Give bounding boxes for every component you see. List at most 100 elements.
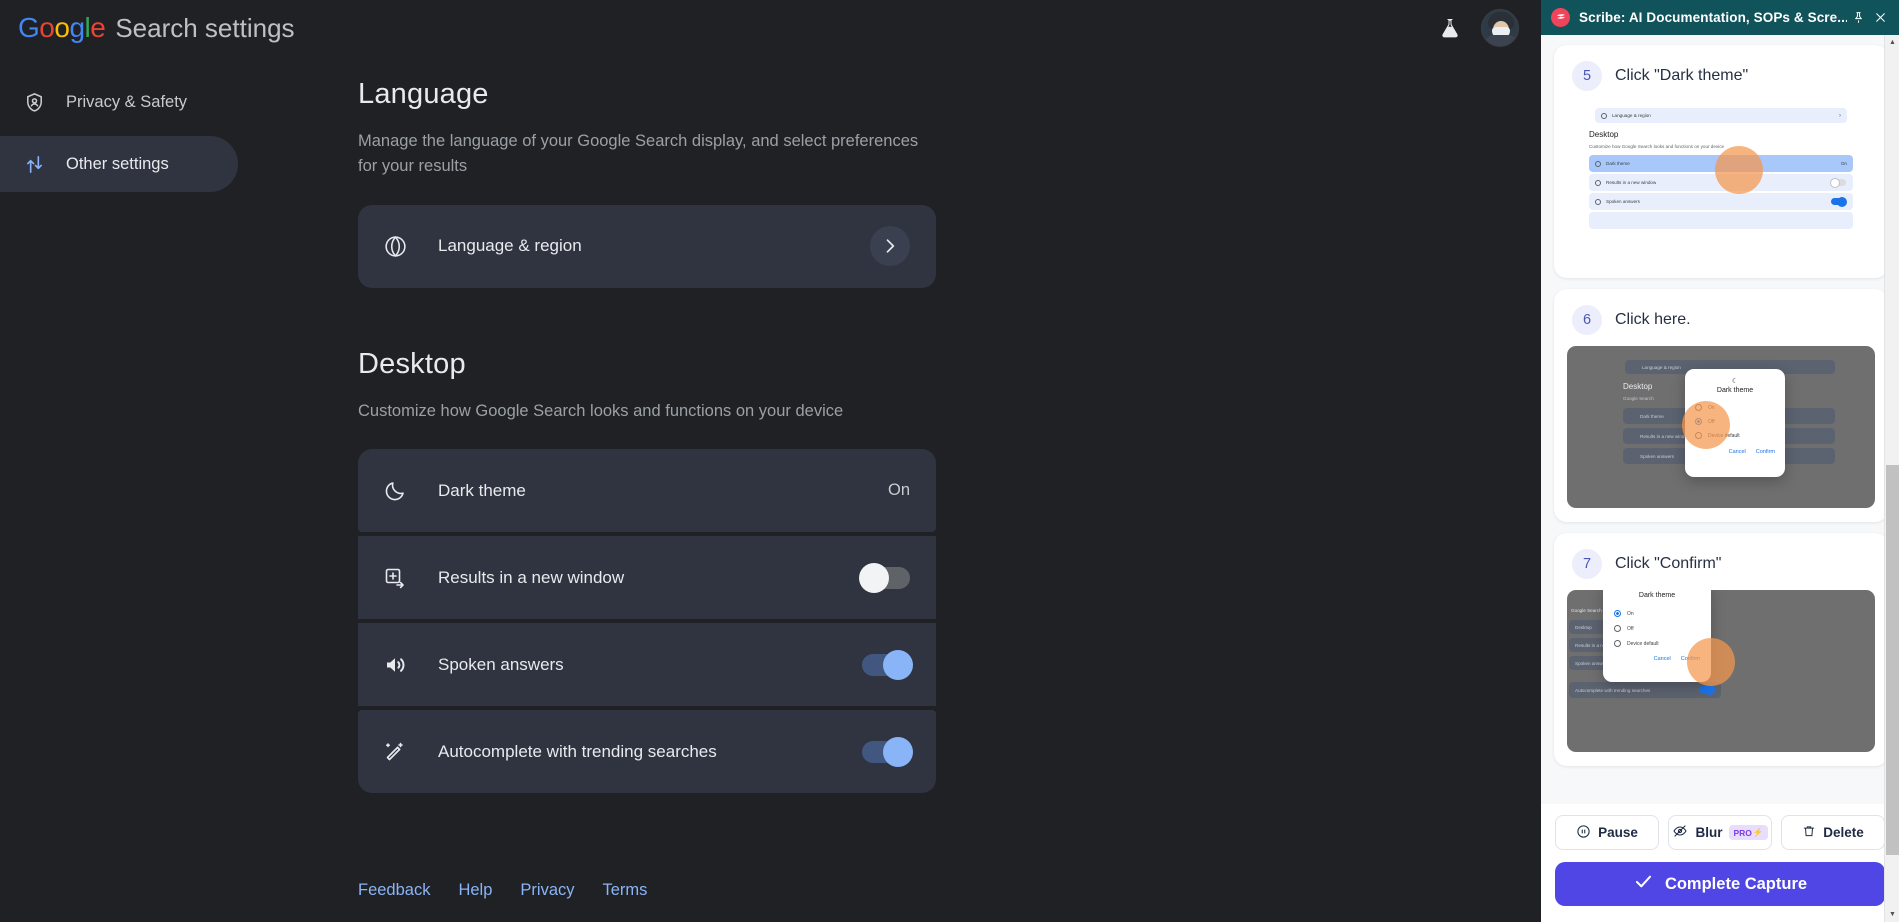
mini-btn-confirm: Confirm <box>1755 449 1775 455</box>
blur-label: Blur <box>1695 825 1723 840</box>
row-label: Autocomplete with trending searches <box>438 741 717 761</box>
mini-desktop-heading: Desktop <box>1575 624 1592 630</box>
delete-button[interactable]: Delete <box>1781 815 1885 850</box>
speaker-icon <box>382 652 408 678</box>
scroll-up-arrow[interactable]: ▲ <box>1885 35 1899 50</box>
mini-opt-off: Off <box>1627 625 1634 632</box>
mini-toggle-on <box>1831 196 1847 207</box>
mini-dark-theme: Dark theme <box>1606 161 1630 166</box>
mini-desktop-heading: Desktop <box>1623 382 1653 391</box>
step-screenshot[interactable]: Google Search Desktop Results in a new w… <box>1567 590 1875 752</box>
moon-icon <box>382 478 408 504</box>
toggle-results-new-window[interactable] <box>859 562 910 593</box>
moon-icon <box>1595 160 1601 167</box>
footer-link-terms[interactable]: Terms <box>603 881 648 900</box>
dark-theme-value: On <box>887 481 910 500</box>
scrollbar-thumb[interactable] <box>1886 465 1899 855</box>
step-card[interactable]: 6 Click here. Language & region Desktop … <box>1554 289 1888 522</box>
sidebar: Privacy & Safety Other settings <box>0 56 252 922</box>
step-card[interactable]: 5 Click "Dark theme" Language & region ›… <box>1554 45 1888 278</box>
main-content: Language Manage the language of your Goo… <box>252 56 1541 922</box>
globe-icon <box>1601 112 1607 119</box>
scrollbar-vertical[interactable]: ▲ ▼ <box>1884 35 1899 922</box>
pro-badge: PRO ⚡ <box>1729 825 1768 840</box>
toggle-autocomplete-trending[interactable] <box>862 736 913 767</box>
click-highlight <box>1715 146 1763 194</box>
row-label: Results in a new window <box>438 567 625 587</box>
row-autocomplete-trending[interactable]: Autocomplete with trending searches <box>358 710 936 794</box>
mini-dark-theme: Dark theme <box>1640 413 1664 419</box>
footer-link-feedback[interactable]: Feedback <box>358 881 430 900</box>
step-header: 5 Click "Dark theme" <box>1567 58 1875 102</box>
section-description-language: Manage the language of your Google Searc… <box>358 132 919 175</box>
pause-button[interactable]: Pause <box>1555 815 1659 850</box>
globe-icon <box>1631 364 1637 370</box>
step-card[interactable]: 7 Click "Confirm" Google Search Desktop … <box>1554 533 1888 766</box>
row-label: Dark theme <box>438 480 526 500</box>
desktop-card-group: Dark theme On Results in a new window Sp… <box>358 449 936 794</box>
section-heading-desktop: Desktop <box>358 347 466 380</box>
mini-language-region: Language & region <box>1612 113 1651 118</box>
open-in-new-icon <box>1595 179 1601 186</box>
scribe-bottom-bar: Pause Blur PRO ⚡ Delete Complete Capture <box>1541 804 1899 922</box>
mini-results-new-window: Results in a new window <box>1640 433 1691 439</box>
footer-link-privacy[interactable]: Privacy <box>520 881 574 900</box>
mini-opt-on: On <box>1627 610 1634 617</box>
mini-spoken-answers: Spoken answers <box>1640 453 1674 459</box>
step-text: Click here. <box>1615 311 1691 328</box>
trash-icon <box>1802 824 1816 841</box>
mini-dialog-title: Dark theme <box>1716 387 1754 394</box>
chevron-right-icon: › <box>1839 112 1841 119</box>
scribe-action-row: Pause Blur PRO ⚡ Delete <box>1541 804 1899 850</box>
bolt-icon: ⚡ <box>1752 827 1764 837</box>
scribe-steps-list[interactable]: 5 Click "Dark theme" Language & region ›… <box>1541 35 1899 804</box>
sidebar-item-label: Other settings <box>66 154 169 173</box>
mini-desktop-heading: Desktop <box>1589 130 1619 139</box>
open-in-new-icon <box>382 565 408 591</box>
pin-icon[interactable] <box>1847 7 1869 29</box>
radio-on <box>1614 610 1621 617</box>
step-text: Click "Confirm" <box>1615 555 1722 572</box>
shield-person-icon <box>22 90 46 114</box>
scribe-panel: Scribe: AI Documentation, SOPs & Scre...… <box>1541 0 1899 922</box>
toggle-spoken-answers[interactable] <box>862 649 913 680</box>
mini-google-search: Google Search <box>1571 608 1602 613</box>
chevron-right-icon[interactable] <box>870 226 910 266</box>
avatar[interactable] <box>1481 9 1519 47</box>
sidebar-item-privacy-safety[interactable]: Privacy & Safety <box>0 74 238 130</box>
step-number: 7 <box>1572 549 1602 579</box>
eye-off-icon <box>1672 823 1688 842</box>
scribe-window-title: Scribe: AI Documentation, SOPs & Scre... <box>1579 10 1847 25</box>
footer-link-help[interactable]: Help <box>458 881 492 900</box>
row-dark-theme[interactable]: Dark theme On <box>358 449 936 533</box>
brand[interactable]: Google Search settings <box>18 13 295 44</box>
scribe-titlebar: Scribe: AI Documentation, SOPs & Scre... <box>1541 0 1899 35</box>
scroll-down-arrow[interactable]: ▼ <box>1885 907 1899 922</box>
row-language-region[interactable]: Language & region <box>358 204 936 288</box>
complete-capture-label: Complete Capture <box>1664 874 1808 893</box>
section-heading-language: Language <box>358 78 489 110</box>
page-title: Search settings <box>115 12 295 43</box>
mini-results-new-window: Results in a new window <box>1606 180 1657 185</box>
step-header: 7 Click "Confirm" <box>1567 546 1875 590</box>
row-spoken-answers[interactable]: Spoken answers <box>358 623 936 707</box>
close-icon[interactable] <box>1869 7 1891 29</box>
check-icon <box>1633 871 1654 897</box>
step-screenshot[interactable]: Language & region › Desktop Customize ho… <box>1567 102 1875 264</box>
mini-desktop-sub: Google Search <box>1623 396 1654 401</box>
blur-button[interactable]: Blur PRO ⚡ <box>1668 815 1772 850</box>
step-header: 6 Click here. <box>1567 302 1875 346</box>
flask-icon[interactable] <box>1433 11 1467 45</box>
app-root: Google Search settings Privacy & Safety <box>0 0 1899 922</box>
sidebar-item-label: Privacy & Safety <box>66 92 188 111</box>
sidebar-item-other-settings[interactable]: Other settings <box>0 136 238 192</box>
tune-sliders-icon <box>22 152 46 176</box>
moon-icon: ☾ <box>1731 378 1739 385</box>
row-results-new-window[interactable]: Results in a new window <box>358 536 936 620</box>
step-screenshot[interactable]: Language & region Desktop Google Search … <box>1567 346 1875 508</box>
complete-capture-button[interactable]: Complete Capture <box>1555 862 1885 906</box>
mini-btn-cancel: Cancel <box>1653 656 1671 662</box>
mini-dialog-title: Dark theme <box>1638 592 1676 599</box>
mini-language-region: Language & region <box>1642 364 1681 370</box>
magic-wand-icon <box>382 739 408 765</box>
